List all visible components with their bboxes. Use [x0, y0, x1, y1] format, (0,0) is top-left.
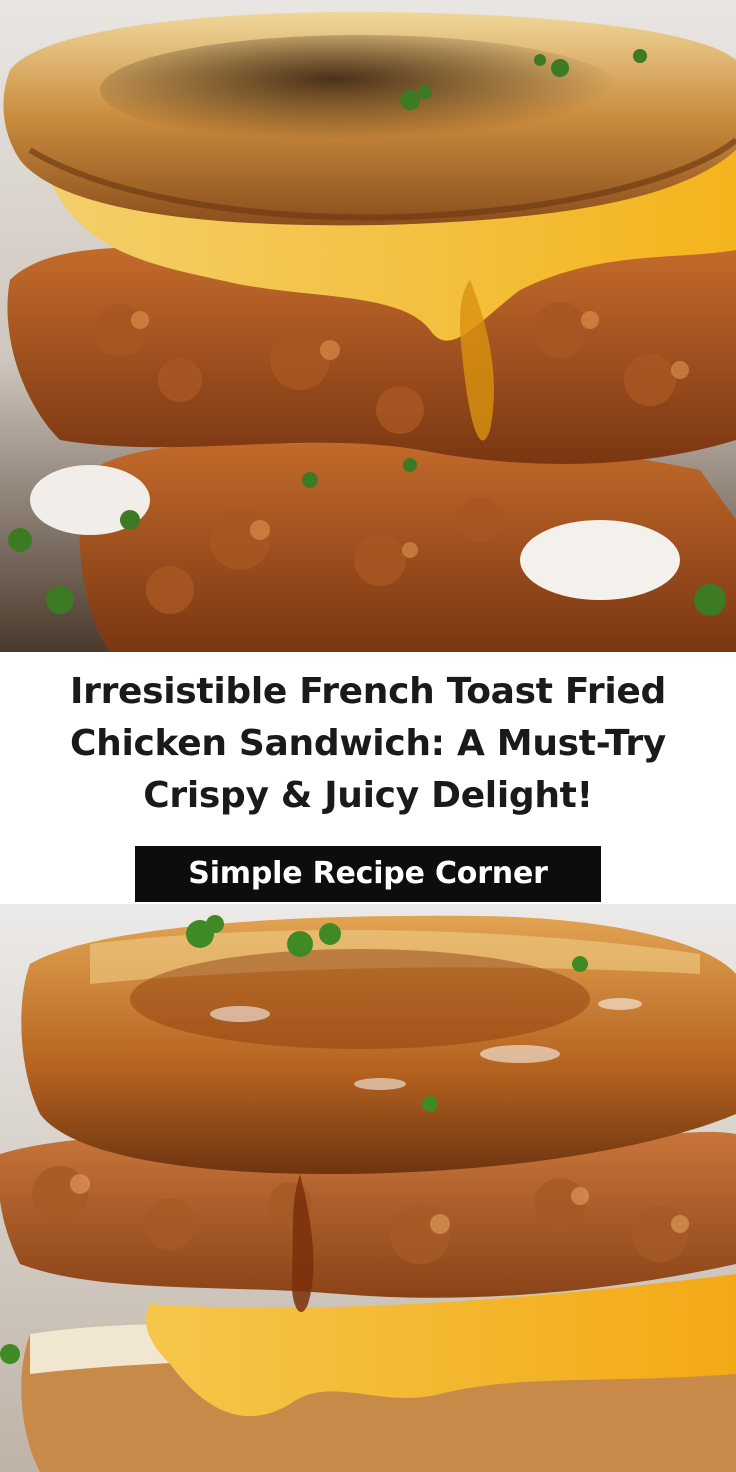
recipe-pin: Irresistible French Toast Fried Chicken … — [0, 0, 736, 1472]
title-panel: Irresistible French Toast Fried Chicken … — [0, 652, 736, 904]
bottom-sandwich-photo — [0, 904, 736, 1472]
top-sandwich-photo — [0, 0, 736, 652]
recipe-title: Irresistible French Toast Fried Chicken … — [70, 671, 666, 816]
brand-badge: Simple Recipe Corner — [135, 846, 601, 902]
